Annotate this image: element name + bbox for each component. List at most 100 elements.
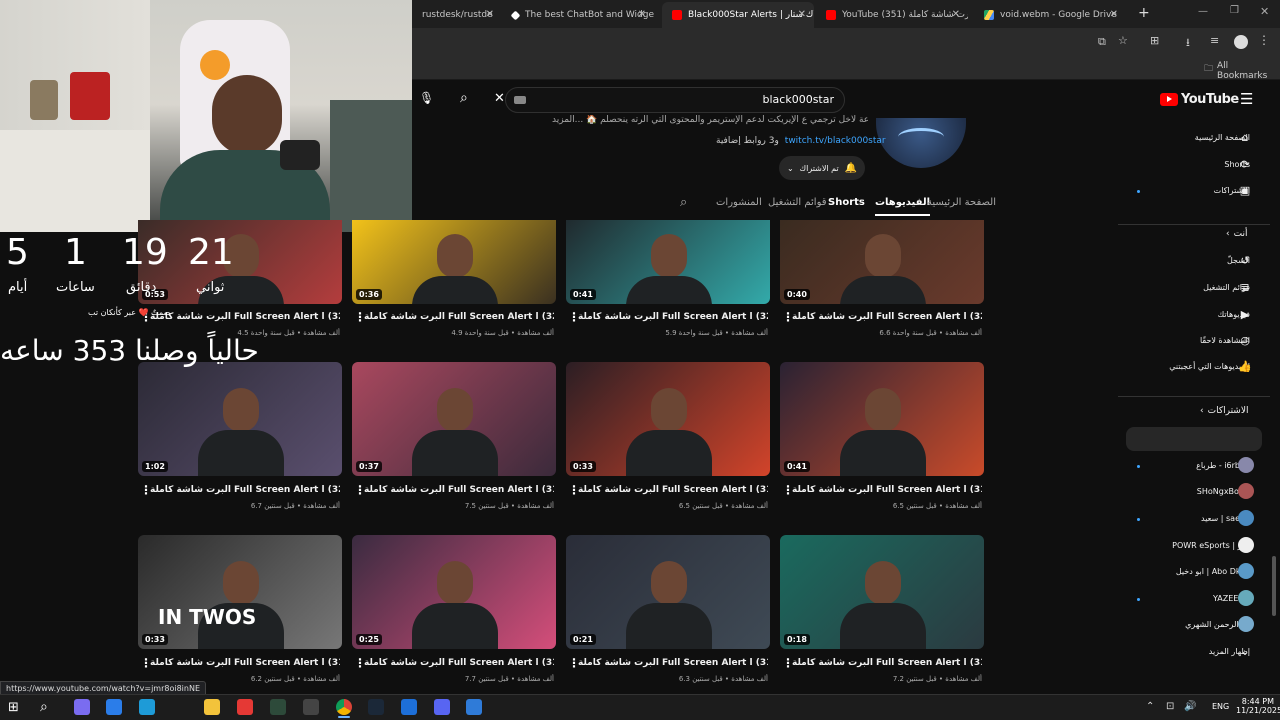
search-input[interactable]: ✕ black000star [494,87,845,113]
video-thumbnail[interactable]: 0:25 [352,535,556,649]
tab-black000star[interactable]: Black000Star Alerts | بلاك ستار ✕ [662,2,814,28]
close-icon[interactable]: ✕ [952,9,960,20]
clear-search-icon[interactable]: ✕ [494,91,505,106]
subscribed-label: تم الاشتراك [799,163,839,173]
menu-icon[interactable]: ⋮ [1258,33,1270,47]
video-thumbnail[interactable]: 0:40 [780,220,984,304]
microphone-icon[interactable]: 🎙 [419,91,434,105]
terminal-icon[interactable] [270,699,286,715]
file-explorer-icon[interactable] [204,699,220,715]
close-icon[interactable]: ✕ [638,9,646,20]
obs-icon[interactable] [303,699,319,715]
tab-youtube[interactable]: YouTube (351) البرت شاشة كاملة ✕ [816,2,968,28]
tab-shorts[interactable]: Shorts [828,197,865,208]
subscribed-button[interactable]: ⌄ تم الاشتراك 🔔 [779,156,865,180]
new-tab-icon[interactable]: + [1138,5,1150,21]
video-title[interactable]: البرت شاشة كاملة Full Screen Alert l (32… [578,312,768,322]
channel-description[interactable]: هالي متوعة لاخل ترجمي ع الإيريكت لدعم ال… [552,115,868,125]
copilot-icon[interactable] [74,699,90,715]
more-options-icon[interactable]: ⋮ [140,483,152,497]
window-close-icon[interactable]: ✕ [1260,5,1269,18]
edge-icon[interactable] [139,699,155,715]
video-thumbnail[interactable]: 1:02 [138,362,342,476]
channel-link[interactable]: twitch.tv/black000star [785,136,886,146]
video-title[interactable]: البرت شاشة كاملة Full Screen Alert l (31… [792,485,982,495]
translate-icon[interactable]: ⊞ [1150,34,1159,47]
sidebar-divider [1118,224,1270,225]
tab-posts[interactable]: المنشورات [716,197,762,208]
video-title[interactable]: البرت شاشة كاملة Full Screen Alert l (31… [578,658,768,668]
hamburger-menu-icon[interactable]: ☰ [1240,90,1253,108]
video-title[interactable]: البرت شاشة كاملة Full Screen Alert l (32… [150,485,340,495]
more-options-icon[interactable]: ⋮ [354,483,366,497]
sidebar-you-header[interactable]: ‹ أنت [1226,229,1247,239]
more-options-icon[interactable]: ⋮ [568,310,580,324]
tab-videos[interactable]: الفيديوهات [875,197,930,216]
more-options-icon[interactable]: ⋮ [568,656,580,670]
tab-rustdesk[interactable]: rustdesk/rustde ✕ [412,2,502,28]
volume-icon[interactable]: 🔊 [1184,701,1196,712]
minimize-icon[interactable]: — [1198,6,1208,17]
start-icon[interactable]: ⊞ [8,700,19,715]
video-title[interactable]: البرت شاشة كاملة Full Screen Alert l (31… [364,485,554,495]
close-icon[interactable]: ✕ [798,9,806,20]
taskbar-search-icon[interactable]: ⌕ [40,699,48,715]
close-icon[interactable]: ✕ [1110,9,1118,20]
video-thumbnail[interactable]: 0:37 [352,362,556,476]
new-content-dot [1137,598,1140,601]
tab-google-drive[interactable]: void.webm - Google Drive ✕ [974,2,1126,28]
video-thumbnail[interactable]: 0:18 [780,535,984,649]
video-duration: 0:41 [570,289,596,300]
more-options-icon[interactable]: ⋮ [782,656,794,670]
video-thumbnail[interactable]: 0:33 [566,362,770,476]
clock-date: 11/21/2025 [1236,706,1280,715]
more-options-icon[interactable]: ⋮ [782,310,794,324]
video-thumbnail[interactable]: IN TWOS 0:33 [138,535,342,649]
sidebar-scrollbar[interactable] [1272,556,1276,616]
maximize-icon[interactable]: ❐ [1230,5,1239,16]
app-icon[interactable] [466,699,482,715]
star-icon[interactable]: ☆ [1118,34,1128,47]
network-icon[interactable]: ⊡ [1166,701,1174,712]
extra-links[interactable]: و3 روابط إضافية [716,136,779,146]
windows-taskbar: ⊞ ⌕ ⌃ ⊡ 🔊 ENG 8:44 PM 11/21/2025 [0,694,1280,720]
more-options-icon[interactable]: ⋮ [354,656,366,670]
search-icon[interactable]: ⌕ [460,90,468,106]
video-title[interactable]: البرت شاشة كاملة Full Screen Alert l (31… [792,658,982,668]
language-indicator[interactable]: ENG [1212,702,1229,711]
close-icon[interactable]: ✕ [486,9,494,20]
chrome-icon[interactable] [336,699,352,715]
address-bar: ⧉ ☆ ⊞ ⭳ ≡ ⋮ [412,28,1280,56]
video-title[interactable]: البرت شاشة كاملة Full Screen Alert l (31… [364,658,554,668]
edge-store-icon[interactable] [106,699,122,715]
video-thumbnail[interactable]: 0:41 [566,220,770,304]
download-icon[interactable]: ⭳ [1186,34,1190,53]
video-thumbnail[interactable]: 0:21 [566,535,770,649]
profile-avatar[interactable] [1234,35,1248,49]
more-options-icon[interactable]: ⋮ [782,483,794,497]
tab-playlists[interactable]: قوائم التشغيل [768,197,827,208]
wps-icon[interactable] [237,699,253,715]
video-title[interactable]: البرت شاشة كاملة Full Screen Alert l (32… [792,312,982,322]
clock[interactable]: 8:44 PM 11/21/2025 [1236,697,1280,715]
youtube-logo[interactable]: YouTube [1160,92,1239,107]
discord-icon[interactable] [434,699,450,715]
channel-links: و3 روابط إضافية twitch.tv/black000star [716,136,886,146]
install-icon[interactable]: ⧉ [1098,35,1106,49]
channel-avatar[interactable] [876,118,966,168]
tab-chatbot[interactable]: The best ChatBot and Widgets ✕ [502,2,654,28]
tab-home[interactable]: الصفحة الرئيسية [927,197,996,208]
video-title[interactable]: البرت شاشة كاملة Full Screen Alert l (31… [150,658,340,668]
rustdesk-icon[interactable] [401,699,417,715]
video-thumbnail[interactable]: 0:41 [780,362,984,476]
video-title[interactable]: البرت شاشة كاملة Full Screen Alert l (31… [578,485,768,495]
sidebar-subs-header[interactable]: ‹ الاشتراكات [1200,406,1248,416]
all-bookmarks[interactable]: 🗀 All Bookmarks [1204,61,1280,81]
channel-search-icon[interactable]: ⌕ [680,195,687,210]
steam-icon[interactable] [368,699,384,715]
tray-chevron-icon[interactable]: ⌃ [1146,701,1154,712]
more-options-icon[interactable]: ⋮ [568,483,580,497]
media-icon[interactable]: ≡ [1210,34,1219,47]
keyboard-icon[interactable] [514,96,526,104]
more-options-icon[interactable]: ⋮ [140,656,152,670]
